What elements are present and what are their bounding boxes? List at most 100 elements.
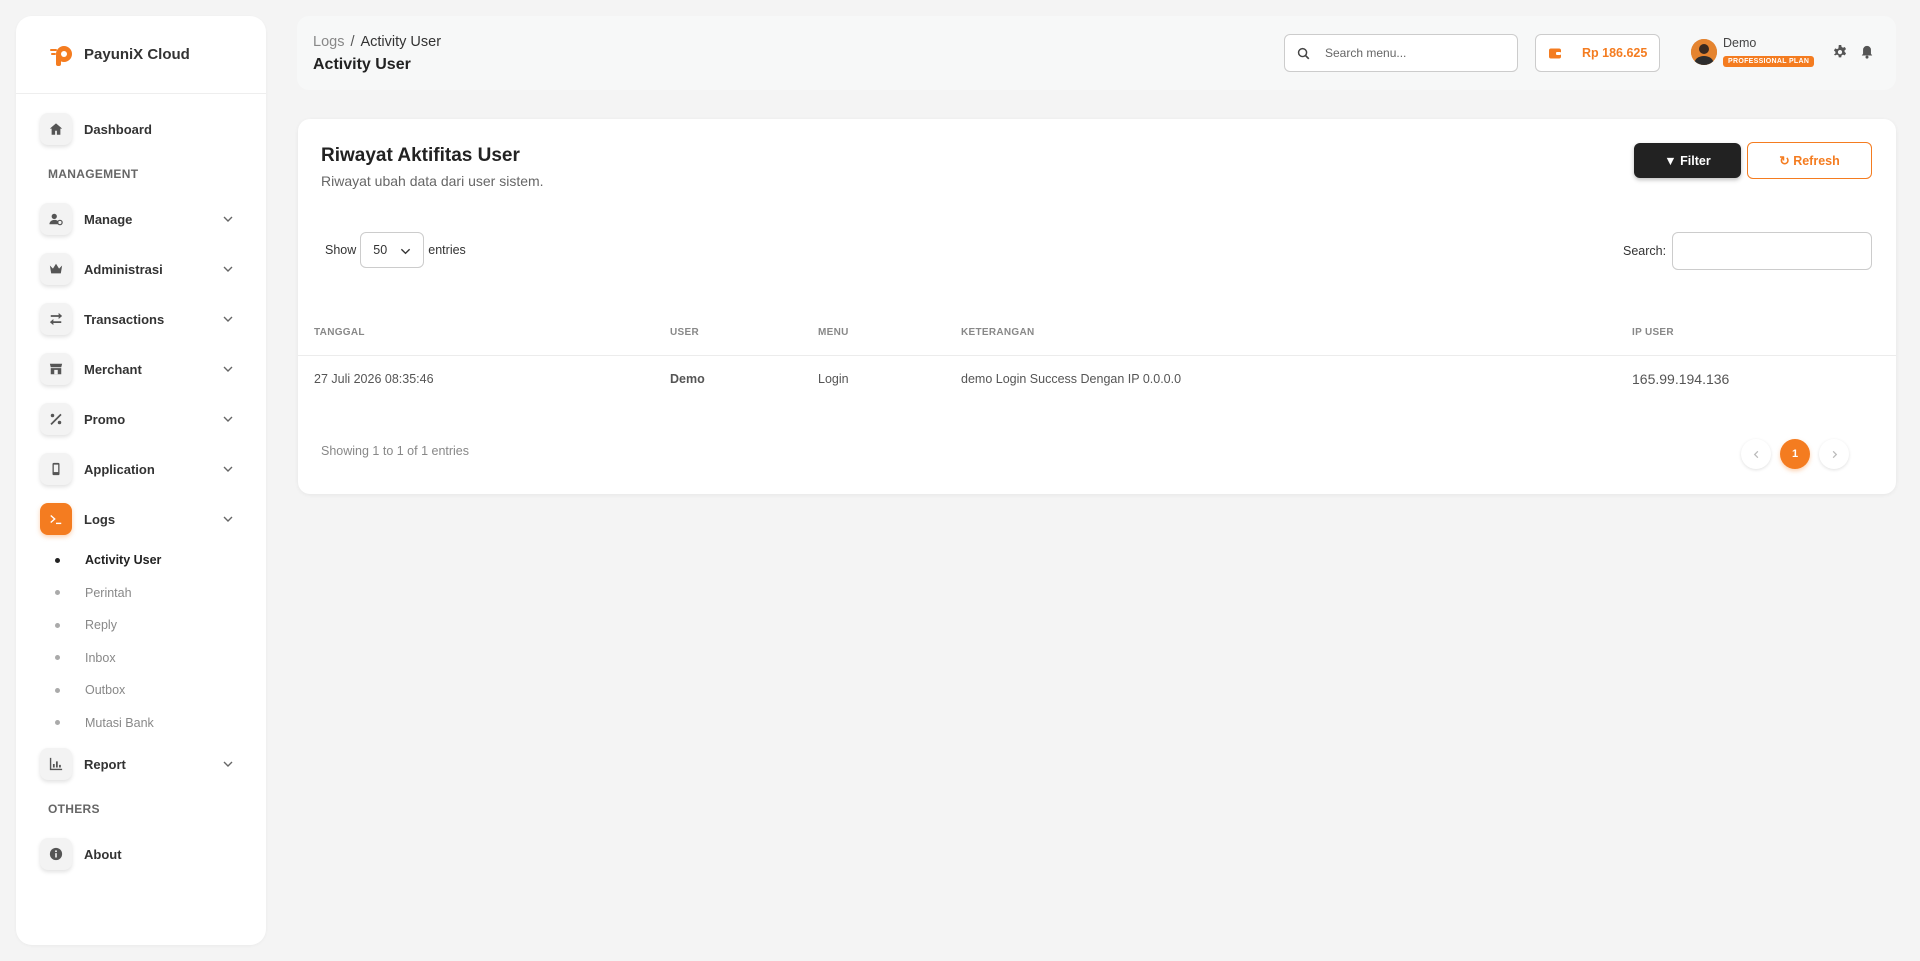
submenu-item-label: Outbox	[85, 683, 126, 698]
activity-card: Riwayat Aktifitas User Riwayat ubah data…	[298, 119, 1896, 494]
sidebar-item-label: Logs	[84, 511, 116, 527]
sidebar-item-logs[interactable]: Logs	[16, 494, 266, 544]
crown-icon	[40, 253, 72, 285]
chevron-down-icon	[223, 466, 233, 472]
submenu-item-activity-user[interactable]: Activity User	[55, 544, 266, 577]
column-header-ip-user[interactable]: IP USER	[1632, 327, 1674, 338]
chevron-down-icon	[223, 761, 233, 767]
table-info: Showing 1 to 1 of 1 entries	[321, 444, 470, 458]
sidebar-item-label: Administrasi	[84, 261, 163, 277]
user-info: Demo PROFESSIONAL PLAN	[1723, 36, 1815, 68]
sidebar-item-manage[interactable]: Manage	[16, 194, 266, 244]
menu-search[interactable]	[1284, 34, 1518, 72]
brand[interactable]: PayuniX Cloud	[16, 16, 266, 94]
table-search: Search:	[1623, 232, 1873, 270]
breadcrumb-current: Activity User	[360, 34, 442, 50]
show-label: Show	[325, 243, 357, 257]
column-header-menu[interactable]: MENU	[818, 327, 849, 338]
chevron-left-icon	[1753, 450, 1758, 458]
bullet-icon	[55, 655, 60, 661]
sidebar-item-label: Application	[84, 461, 155, 477]
pagination-next[interactable]	[1819, 439, 1849, 469]
chevron-right-icon	[1832, 450, 1837, 458]
page-length-select[interactable]: 50	[360, 232, 425, 268]
section-management: MANAGEMENT	[48, 167, 139, 181]
card-subtitle: Riwayat ubah data dari user sistem.	[321, 173, 544, 189]
filter-icon: ▼	[1664, 153, 1677, 168]
wallet-icon	[1549, 48, 1561, 59]
bullet-icon	[55, 720, 60, 726]
table-divider	[298, 355, 1896, 356]
home-icon	[40, 113, 72, 145]
chevron-down-icon	[223, 366, 233, 372]
sidebar-item-report[interactable]: Report	[16, 739, 266, 789]
sidebar-item-transactions[interactable]: Transactions	[16, 294, 266, 344]
filter-button[interactable]: ▼ Filter	[1634, 143, 1741, 178]
page-length-value: 50	[373, 243, 388, 257]
submenu-item-label: Mutasi Bank	[85, 715, 154, 730]
balance-widget[interactable]: Rp 186.625	[1535, 34, 1660, 72]
top-header: Logs / Activity User Activity User Rp 186.…	[297, 16, 1896, 90]
percent-icon	[40, 403, 72, 435]
page-length-control: Show 50 entries	[325, 232, 466, 268]
sidebar-item-label: Report	[84, 756, 126, 772]
bullet-icon	[55, 557, 60, 563]
sidebar-item-dashboard[interactable]: Dashboard	[16, 104, 266, 154]
gear-icon[interactable]	[1833, 45, 1847, 59]
column-header-user[interactable]: USER	[670, 327, 699, 338]
breadcrumb-parent[interactable]: Logs	[313, 34, 344, 50]
sidebar-item-label: About	[84, 846, 122, 862]
refresh-button[interactable]: ↻ Refresh	[1747, 142, 1872, 179]
submenu-item-label: Perintah	[85, 585, 132, 600]
store-icon	[40, 353, 72, 385]
column-header-tanggal[interactable]: TANGGAL	[314, 327, 365, 338]
sidebar-item-about[interactable]: About	[16, 829, 266, 879]
submenu-item-label: Inbox	[85, 650, 116, 665]
refresh-button-label: Refresh	[1793, 154, 1840, 168]
sidebar-nav: Dashboard MANAGEMENT Manage Administrasi…	[16, 94, 266, 879]
user-gear-icon	[40, 203, 72, 235]
cell-menu: Login	[818, 372, 849, 386]
cell-user: Demo	[670, 372, 705, 386]
bell-icon[interactable]	[1860, 45, 1874, 59]
bullet-icon	[55, 687, 60, 693]
user-name: Demo	[1723, 36, 1757, 50]
sidebar-item-promo[interactable]: Promo	[16, 394, 266, 444]
column-header-keterangan[interactable]: KETERANGAN	[961, 327, 1035, 338]
chevron-down-icon	[223, 416, 233, 422]
sidebar-item-label: Dashboard	[84, 121, 152, 137]
card-title: Riwayat Aktifitas User	[321, 145, 520, 166]
logs-submenu: Activity User Perintah Reply Inbox Outbo…	[16, 544, 266, 739]
sidebar-item-application[interactable]: Application	[16, 444, 266, 494]
chevron-down-icon	[223, 316, 233, 322]
submenu-item-mutasi-bank[interactable]: Mutasi Bank	[55, 707, 266, 740]
chevron-down-icon	[401, 248, 411, 255]
chevron-down-icon	[223, 216, 233, 222]
submenu-item-label: Reply	[85, 618, 117, 633]
sidebar-item-label: Merchant	[84, 361, 142, 377]
mobile-phone-icon	[40, 453, 72, 485]
table-search-input[interactable]	[1672, 232, 1873, 270]
submenu-item-perintah[interactable]: Perintah	[55, 577, 266, 610]
submenu-item-outbox[interactable]: Outbox	[55, 674, 266, 707]
brand-name: PayuniX Cloud	[84, 46, 190, 63]
info-icon	[40, 838, 72, 870]
pagination-prev[interactable]	[1741, 439, 1771, 469]
table-search-label: Search:	[1623, 244, 1667, 258]
submenu-item-label: Activity User	[85, 553, 162, 568]
pagination-page-1[interactable]: 1	[1780, 439, 1810, 469]
bullet-icon	[55, 590, 60, 596]
menu-search-input[interactable]	[1325, 46, 1495, 60]
user-menu[interactable]: Demo PROFESSIONAL PLAN	[1691, 36, 1815, 68]
breadcrumb: Logs / Activity User	[313, 34, 441, 50]
submenu-item-inbox[interactable]: Inbox	[55, 642, 266, 675]
sidebar-item-label: Transactions	[84, 311, 165, 327]
chevron-down-icon	[223, 266, 233, 272]
sidebar-item-label: Manage	[84, 211, 133, 227]
breadcrumb-separator: /	[350, 34, 355, 50]
sidebar-item-administrasi[interactable]: Administrasi	[16, 244, 266, 294]
sidebar-item-merchant[interactable]: Merchant	[16, 344, 266, 394]
cell-tanggal: 27 Juli 2026 08:35:46	[314, 372, 434, 386]
filter-button-label: Filter	[1680, 153, 1711, 168]
submenu-item-reply[interactable]: Reply	[55, 609, 266, 642]
